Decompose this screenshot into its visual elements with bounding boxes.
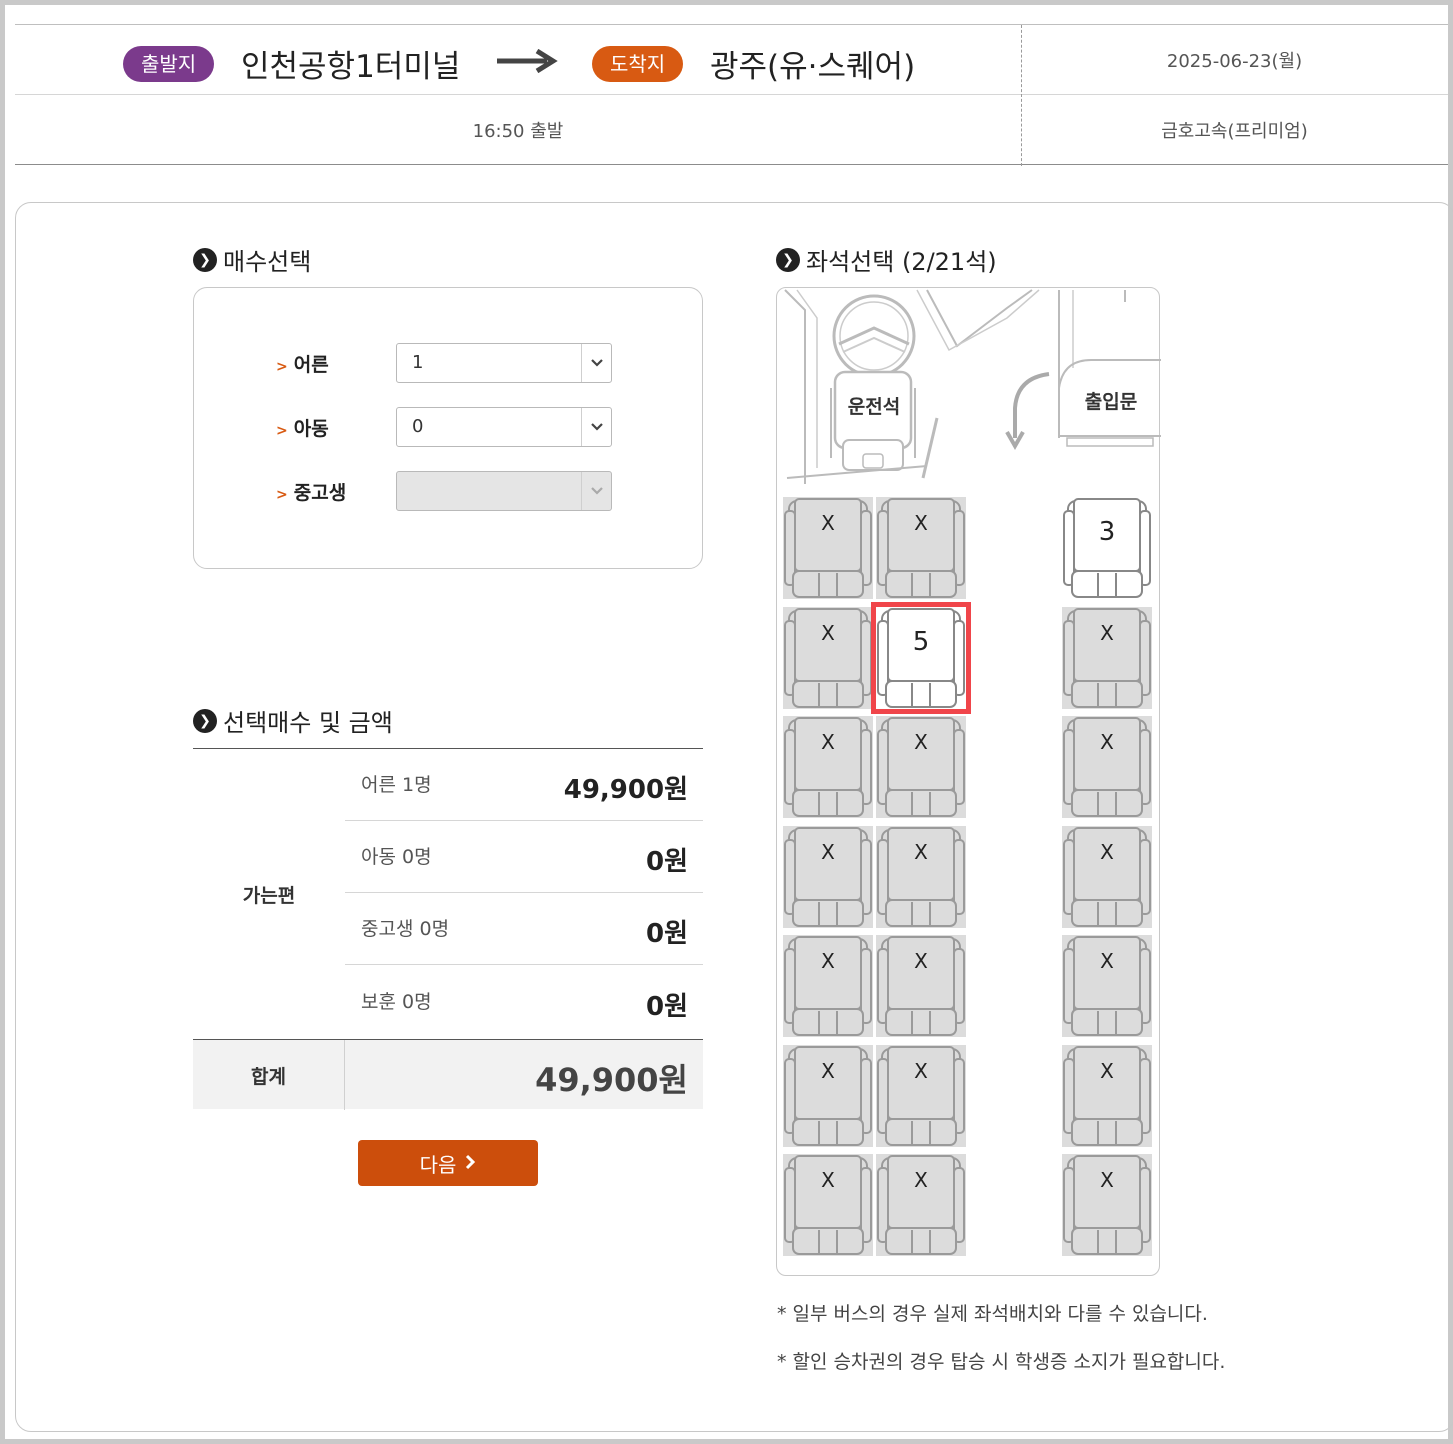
door-label: 출입문 [1085, 391, 1137, 413]
total-label: 합계 [193, 1040, 345, 1110]
seat-taken: X [783, 825, 873, 928]
total-value: 49,900원 [535, 1061, 688, 1099]
seat-number: X [1100, 1058, 1114, 1083]
chevron-right-circle-icon: ❯ [776, 247, 800, 272]
seat-number: X [821, 730, 835, 754]
seat-layout-notice: * 일부 버스의 경우 실제 좌석배치와 다를 수 있습니다. [777, 1303, 1208, 1325]
arrival-badge: 도착지 [592, 46, 684, 82]
seat-number: X [914, 1058, 928, 1083]
price-row: 어른 1명 49,900원 [345, 749, 703, 821]
student-count-select [396, 471, 612, 511]
seat-taken: X [876, 1044, 966, 1147]
driver-seat-icon [830, 370, 916, 471]
route-info: 출발지 인천공항1터미널 도착지 광주(유·스퀘어) 2025-06-23(월)… [15, 24, 1448, 166]
seat-taken: X [1062, 606, 1152, 709]
seat-taken: X [783, 1154, 873, 1256]
chevron-right-icon [464, 1151, 476, 1175]
seat-taken: X [876, 1154, 966, 1256]
seat-taken: X [783, 606, 873, 709]
seat-number: X [914, 1168, 928, 1192]
chevron-down-icon [581, 472, 611, 510]
ticket-count-box: > 어른 1 > 아동 0 > 중고생 [193, 287, 703, 569]
seat-taken: X [1062, 716, 1152, 818]
trip-direction: 가는편 [242, 884, 296, 907]
seat-number: X [1100, 839, 1114, 864]
seat-taken: X [876, 497, 966, 599]
seat-number: X [1100, 949, 1114, 973]
adult-label: 어른 [293, 353, 329, 376]
arrow-down-icon [1005, 372, 1050, 451]
chevron-right-circle-icon: ❯ [193, 247, 217, 272]
adult-count-select[interactable]: 1 [396, 343, 612, 383]
departure-time: 16:50 출발 [472, 121, 564, 142]
seat-number: X [1100, 620, 1114, 645]
seat-number: X [914, 511, 928, 535]
seat-number: 5 [912, 626, 930, 657]
seat-selected[interactable]: 5 [871, 601, 971, 714]
student-label: 중고생 [293, 481, 347, 504]
seat-taken: X [1062, 825, 1152, 928]
driver-seat-label: 운전석 [848, 396, 900, 418]
departure-badge: 출발지 [123, 46, 215, 82]
seat-taken: X [1062, 1044, 1152, 1147]
price-summary-title: ❯ 선택매수 및 금액 [193, 703, 393, 738]
chevron-down-icon [581, 344, 611, 382]
arrow-right-icon [497, 49, 558, 73]
departure-terminal: 인천공항1터미널 [241, 49, 461, 85]
seat-number: X [821, 949, 835, 973]
total-row: 합계 49,900원 [193, 1039, 703, 1110]
departure-date: 2025-06-23(월) [1166, 51, 1303, 72]
price-table: 가는편 어른 1명 49,900원 아동 0명 0원 중고생 0명 0원 보훈 … [193, 748, 703, 1110]
seat-taken: X [783, 935, 873, 1037]
arrival-terminal: 광주(유·스퀘어) [710, 49, 916, 85]
chevron-right-icon: > [276, 486, 288, 503]
bus-front-illustration: 운전석 출입문 [784, 289, 1161, 484]
price-row: 보훈 0명 0원 [361, 991, 688, 1022]
ticket-count-title: ❯ 매수선택 [193, 242, 311, 277]
seat-taken: X [783, 497, 873, 599]
seat-taken: X [1062, 935, 1152, 1037]
steering-wheel-icon [832, 294, 916, 378]
seat-taken: X [1062, 1154, 1152, 1256]
count-row-child: > 아동 0 [276, 407, 612, 447]
door-icon [1058, 290, 1161, 447]
seat-number: X [821, 1058, 835, 1083]
seat-number: 3 [1098, 517, 1116, 547]
seat-taken: X [876, 716, 966, 818]
child-label: 아동 [293, 417, 329, 440]
count-row-adult: > 어른 1 [276, 343, 612, 383]
price-row: 아동 0명 0원 [345, 821, 703, 893]
chevron-right-circle-icon: ❯ [193, 708, 217, 733]
seat-number: X [914, 730, 928, 754]
price-row: 중고생 0명 0원 [345, 893, 703, 965]
bus-grade: 금호고속(프리미엄) [1161, 121, 1308, 142]
seat-number: X [1100, 730, 1114, 754]
seat-number: X [821, 1168, 835, 1192]
seat-taken: X [783, 716, 873, 818]
count-row-student: > 중고생 [276, 471, 612, 511]
chevron-right-icon: > [276, 422, 288, 439]
seat-number: X [821, 839, 835, 864]
seat-select-title: ❯ 좌석선택 (2/21석) [776, 242, 997, 277]
chevron-right-icon: > [276, 358, 288, 375]
seat-number: X [821, 620, 835, 645]
next-button[interactable]: 다음 [358, 1140, 538, 1186]
seat-taken: X [783, 1044, 873, 1147]
seat-number: X [1100, 1168, 1114, 1192]
student-id-notice: * 할인 승차권의 경우 탑승 시 학생증 소지가 필요합니다. [777, 1351, 1226, 1373]
chevron-down-icon [581, 408, 611, 446]
child-count-select[interactable]: 0 [396, 407, 612, 447]
seat-number: X [821, 511, 835, 535]
seat-taken: X [876, 935, 966, 1037]
seat-taken: X [876, 825, 966, 928]
seat-number: X [914, 949, 928, 973]
seat-number: X [914, 839, 928, 864]
seat-available[interactable]: 3 [1062, 497, 1152, 599]
